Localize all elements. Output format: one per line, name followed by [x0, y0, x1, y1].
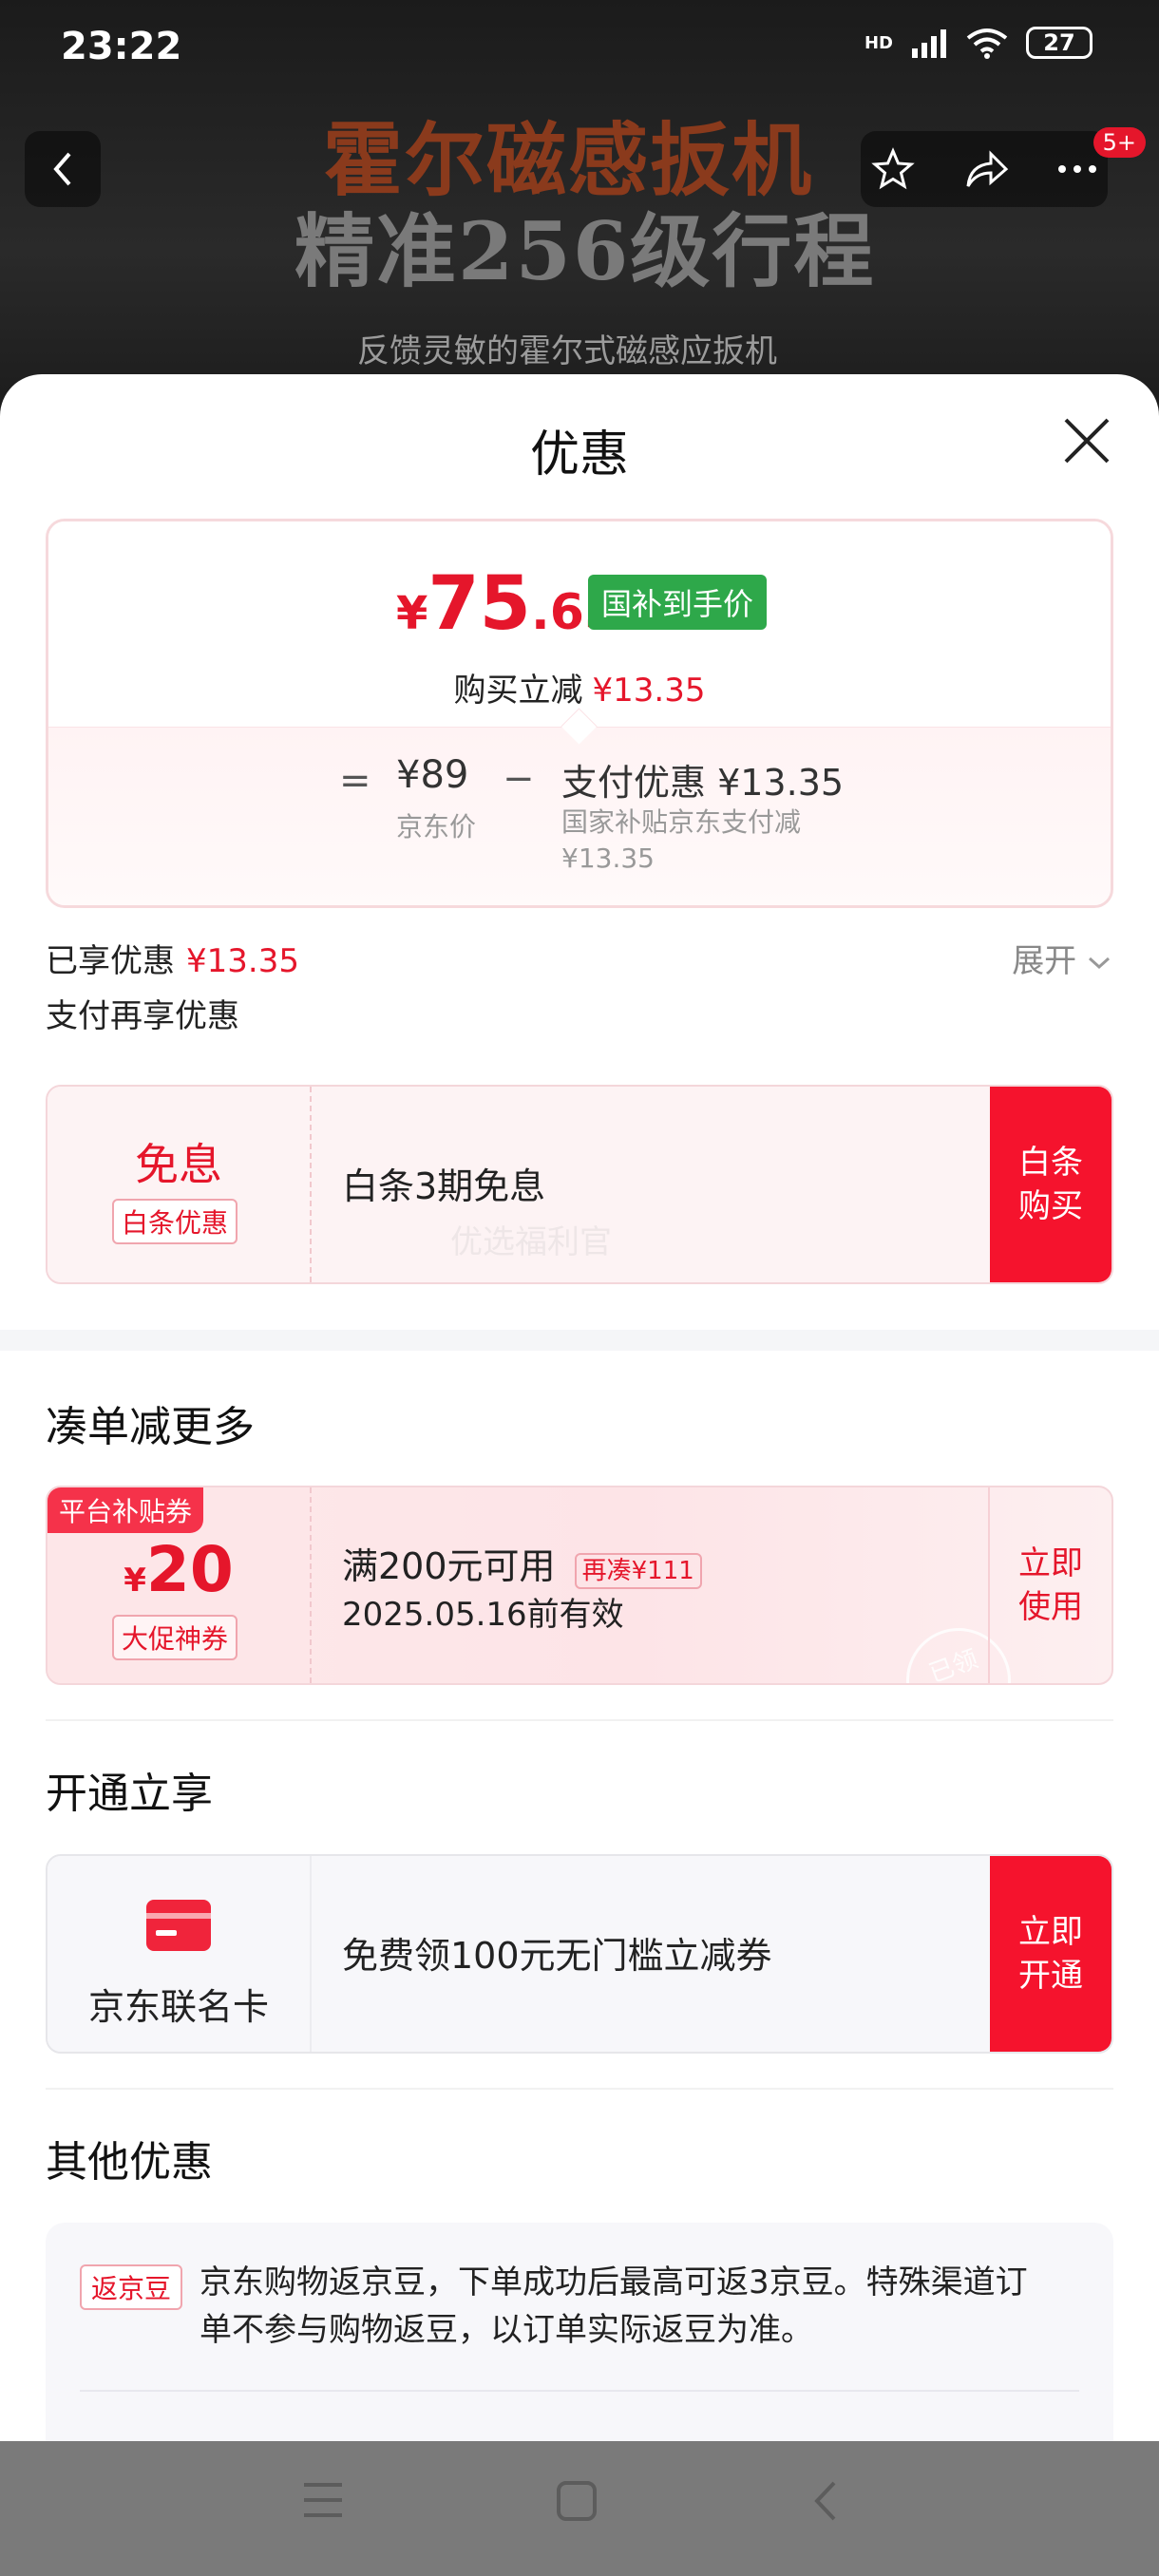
back-nav-icon[interactable] — [809, 2479, 842, 2523]
share-icon[interactable] — [962, 148, 1010, 190]
instant-reduce-label: 购买立减 — [453, 672, 583, 710]
header-actions — [861, 131, 1108, 207]
jd-card-name: 京东联名卡 — [87, 1986, 269, 2028]
hd-signal-icon: HD — [864, 32, 893, 53]
equals-sign: = — [339, 759, 371, 803]
coupon-use-button[interactable]: 立即 使用 — [988, 1487, 1112, 1683]
hero-headline-3: 反馈灵敏的霍尔式磁感应扳机 — [357, 332, 777, 370]
status-time: 23:22 — [61, 25, 182, 68]
jd-card-card[interactable]: 京东联名卡 免费领100元无门槛立减券 立即 开通 — [46, 1854, 1113, 2054]
jd-card-open-button[interactable]: 立即 开通 — [990, 1856, 1112, 2052]
hero-headline-2: 精准256级行程 — [294, 204, 876, 298]
baitiao-left: 免息 白条优惠 — [48, 1087, 312, 1282]
watermark-text: 优选福利官 — [450, 1223, 612, 1261]
section-more-title: 凑单减更多 — [46, 1403, 255, 1451]
star-icon[interactable] — [870, 146, 916, 192]
minus-sign: − — [503, 757, 535, 801]
coupon-condition-text: 满200元可用 — [342, 1545, 556, 1587]
coupon-left: 平台补贴券 ¥20 大促神券 — [48, 1487, 312, 1683]
enjoyed-label: 已享优惠 — [46, 942, 175, 980]
enjoyed-value: ¥13.35 — [186, 942, 299, 980]
instant-reduce-line: 购买立减 ¥13.35 — [48, 664, 1111, 710]
fanjingdou-tag: 返京豆 — [80, 2264, 183, 2310]
status-icons: HD 27 — [864, 27, 1092, 59]
jd-card-text: 免费领100元无门槛立减券 — [342, 1935, 772, 1977]
pay-discount-detail: 国家补贴京东支付减¥13.35 — [561, 806, 802, 874]
enjoyed-discount: 已享优惠 ¥13.35 — [46, 935, 299, 981]
baitiao-text: 白条3期免息 — [342, 1165, 546, 1207]
coupon-valid: 2025.05.16前有效 — [342, 1596, 624, 1634]
currency-symbol: ¥ — [396, 587, 428, 640]
jd-card-left: 京东联名卡 — [48, 1856, 312, 2052]
baitiao-btn-line2: 购买 — [1018, 1187, 1083, 1225]
wifi-icon — [966, 28, 1008, 59]
menu-icon[interactable] — [300, 2479, 346, 2521]
discount-sheet: 优惠 ¥75.65 国补到手价 购买立减 ¥13.35 = ¥89 京东价 − 支… — [0, 374, 1159, 2445]
chevron-down-icon — [1088, 957, 1111, 970]
expand-toggle[interactable]: 展开 — [1012, 935, 1112, 981]
battery-icon: 27 — [1026, 27, 1092, 59]
platform-coupon-card[interactable]: 平台补贴券 ¥20 大促神券 满200元可用 再凑¥111 2025.05.16… — [46, 1486, 1113, 1685]
final-price: ¥75.65 — [396, 561, 618, 647]
jd-card-btn-line2: 开通 — [1018, 1957, 1083, 1995]
home-icon[interactable] — [555, 2479, 598, 2523]
coupon-amount: ¥20 — [48, 1533, 310, 1606]
coupon-currency: ¥ — [124, 1562, 146, 1600]
divider — [80, 2390, 1079, 2392]
back-button[interactable] — [25, 131, 101, 207]
system-nav-bar — [0, 2441, 1159, 2576]
baitiao-title: 免息 — [135, 1139, 222, 1190]
baitiao-tag: 白条优惠 — [112, 1199, 238, 1244]
price-breakdown-card: ¥75.65 国补到手价 购买立减 ¥13.35 = ¥89 京东价 − 支付优惠… — [46, 519, 1113, 908]
divider — [46, 1719, 1113, 1721]
coupon-value: 20 — [145, 1533, 234, 1606]
baitiao-btn-line1: 白条 — [1018, 1144, 1083, 1182]
other-discounts-box: 返京豆 京东购物返京豆，下单成功后最高可返3京豆。特殊渠道订单不参与购物返豆，以… — [46, 2223, 1113, 2445]
credit-card-icon — [146, 1900, 211, 1951]
close-icon[interactable] — [1058, 412, 1115, 469]
more-icon[interactable] — [1056, 163, 1098, 175]
chevron-left-icon — [53, 152, 71, 186]
coupon-stamp-text: 已领 — [925, 1644, 982, 1685]
pay-more-label: 支付再享优惠 — [46, 997, 239, 1035]
coupon-btn-line1: 立即 — [1018, 1544, 1083, 1582]
status-bar: 23:22 HD 27 — [0, 0, 1159, 103]
coupon-condition: 满200元可用 再凑¥111 — [342, 1537, 702, 1589]
section-other-title: 其他优惠 — [46, 2138, 213, 2187]
section-gap — [0, 1330, 1159, 1351]
cart-badge: 5+ — [1092, 127, 1146, 158]
final-price-int: 75 — [428, 561, 531, 647]
jd-card-btn-line1: 立即 — [1018, 1913, 1083, 1951]
instant-reduce-value: ¥13.35 — [592, 672, 706, 710]
jd-base-price: ¥89 — [396, 753, 469, 797]
coupon-extra-tag: 再凑¥111 — [574, 1553, 702, 1589]
subsidy-price-tag: 国补到手价 — [588, 575, 768, 630]
expand-label: 展开 — [1012, 942, 1077, 980]
pay-discount: 支付优惠 ¥13.35 — [561, 762, 845, 804]
price-top: ¥75.65 国补到手价 购买立减 ¥13.35 — [48, 521, 1111, 727]
fanjingdou-text: 京东购物返京豆，下单成功后最高可返3京豆。特殊渠道订单不参与购物返豆，以订单实际… — [200, 2263, 1028, 2349]
section-open-title: 开通立享 — [46, 1770, 213, 1818]
baitiao-buy-button[interactable]: 白条 购买 — [990, 1087, 1112, 1282]
coupon-tag: 大促神券 — [112, 1615, 238, 1660]
coupon-corner-tag: 平台补贴券 — [48, 1487, 204, 1533]
jd-base-price-label: 京东价 — [396, 811, 477, 843]
sheet-title: 优惠 — [529, 426, 629, 483]
coupon-btn-line2: 使用 — [1018, 1588, 1083, 1626]
signal-icon — [912, 29, 946, 58]
divider — [46, 2088, 1113, 2090]
